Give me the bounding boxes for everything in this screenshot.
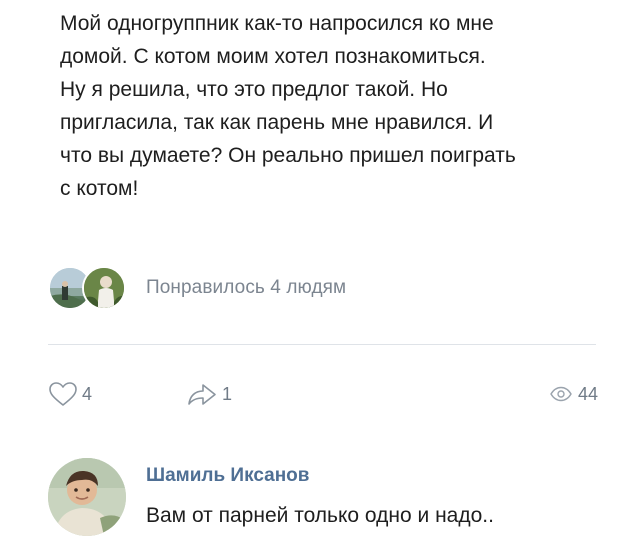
shares-count: 1 xyxy=(222,383,233,404)
liker-avatars xyxy=(48,266,134,310)
liker-photo-icon xyxy=(84,268,124,308)
comment-author[interactable]: Шамиль Иксанов xyxy=(146,465,309,487)
post-text: Мой одногруппник как-то напросился ко мн… xyxy=(60,12,516,200)
views-counter: 44 xyxy=(550,378,598,410)
views-count: 44 xyxy=(577,383,598,404)
commenter-photo-icon xyxy=(48,458,126,536)
avatar[interactable] xyxy=(48,458,126,536)
share-arrow-icon xyxy=(188,384,216,405)
comment: Шамиль Иксанов Вам от парней только одно… xyxy=(48,458,608,548)
post-actions: 4 1 44 xyxy=(48,378,598,410)
share-button[interactable]: 1 xyxy=(186,378,232,410)
heart-outline-icon xyxy=(49,382,77,406)
likes-label: Понравилось 4 людям xyxy=(146,277,347,298)
likes-summary[interactable]: Понравилось 4 людям xyxy=(48,266,346,310)
comment-text: Вам от парней только одно и надо.. xyxy=(146,504,494,527)
post-card: Мой одногруппник как-то напросился ко мн… xyxy=(0,0,632,539)
like-button[interactable]: 4 xyxy=(48,378,92,410)
likes-count: 4 xyxy=(82,383,93,404)
divider xyxy=(48,344,596,345)
liker-avatar xyxy=(82,266,126,310)
eye-icon xyxy=(550,386,572,402)
